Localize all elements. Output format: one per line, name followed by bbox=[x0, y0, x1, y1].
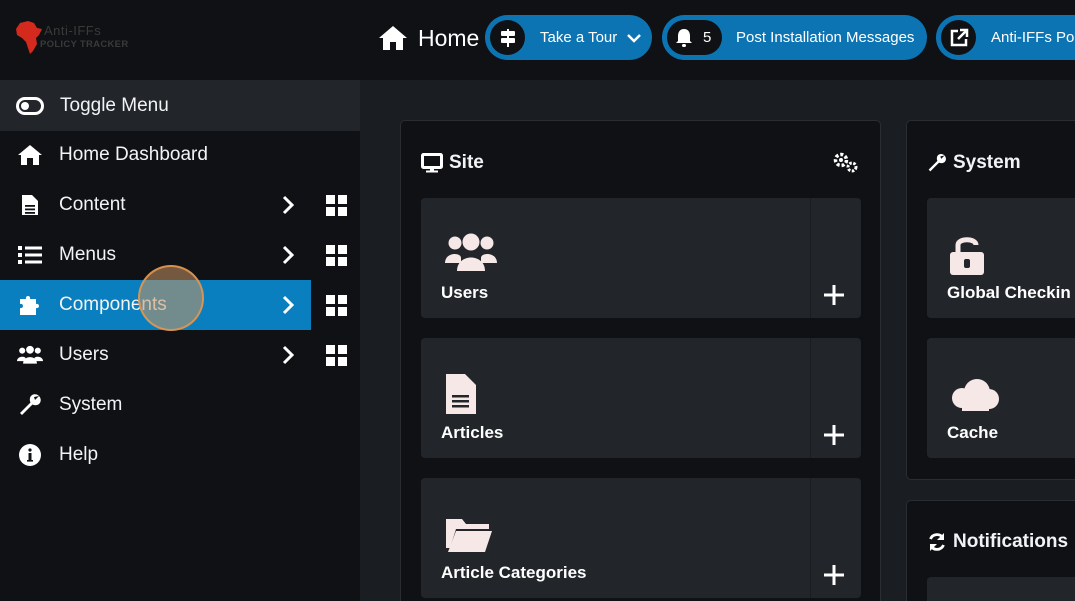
site-logo[interactable]: Anti-IFFs POLICY TRACKER bbox=[14, 20, 154, 58]
toggle-menu-label: Toggle Menu bbox=[60, 94, 169, 116]
post-installation-messages-label: Post Installation Messages bbox=[736, 29, 915, 46]
notifications-module-card: Notifications bbox=[906, 500, 1075, 601]
users-icon bbox=[445, 233, 497, 271]
sidebar-item-users[interactable]: Users bbox=[0, 330, 360, 380]
take-a-tour-button[interactable]: Take a Tour bbox=[485, 15, 652, 60]
external-link-icon bbox=[941, 20, 976, 55]
logo-line1: Anti-IFFs bbox=[44, 23, 102, 38]
notifications-card-title: Notifications bbox=[927, 531, 1068, 553]
articles-tile-link[interactable]: Articles bbox=[421, 338, 810, 458]
monitor-icon bbox=[421, 153, 443, 173]
add-category-plus-icon[interactable] bbox=[823, 564, 845, 586]
post-installation-messages-button[interactable]: 5 Post Installation Messages bbox=[662, 15, 927, 60]
cloud-icon bbox=[952, 379, 999, 411]
list-icon bbox=[17, 243, 43, 267]
sidebar-item-home-dashboard[interactable]: Home Dashboard bbox=[0, 130, 360, 180]
view-site-label: Anti-IFFs Poli bbox=[991, 29, 1075, 46]
tile-label: Article Categories bbox=[441, 563, 587, 582]
page-title-text: Home bbox=[418, 24, 480, 51]
cursor-highlight bbox=[138, 265, 204, 331]
sidebar-item-system[interactable]: System bbox=[0, 380, 360, 430]
messages-count: 5 bbox=[703, 29, 712, 46]
africa-map-icon bbox=[16, 21, 42, 54]
chevron-right-icon[interactable] bbox=[282, 295, 294, 315]
system-card-title: System bbox=[927, 152, 1021, 174]
home-icon bbox=[17, 143, 43, 167]
toggle-icon bbox=[16, 96, 46, 115]
users-icon bbox=[17, 343, 43, 367]
chevron-right-icon[interactable] bbox=[282, 195, 294, 215]
system-card-title-text: System bbox=[953, 152, 1021, 173]
folder-open-icon bbox=[446, 519, 492, 552]
articles-tile: Articles bbox=[421, 338, 861, 458]
global-checkin-tile[interactable]: Global Checkin bbox=[927, 198, 1075, 318]
page-title: Home bbox=[378, 22, 479, 54]
sidebar-item-label: Content bbox=[59, 194, 126, 215]
notifications-card-title-text: Notifications bbox=[953, 531, 1069, 552]
users-tile: Users bbox=[421, 198, 861, 318]
users-tile-link[interactable]: Users bbox=[421, 198, 810, 318]
cogs-icon[interactable] bbox=[833, 152, 859, 174]
sidebar-item-label: Help bbox=[59, 444, 99, 465]
sidebar-item-help[interactable]: Help bbox=[0, 430, 360, 480]
sidebar-item-label: Home Dashboard bbox=[59, 144, 208, 165]
chevron-down-icon bbox=[627, 33, 642, 43]
dashboard-grid-icon[interactable] bbox=[326, 345, 347, 366]
signpost-icon bbox=[490, 20, 525, 55]
tile-label: Articles bbox=[441, 423, 504, 442]
wrench-icon bbox=[928, 154, 946, 172]
file-icon bbox=[446, 374, 476, 414]
cache-tile[interactable]: Cache bbox=[927, 338, 1075, 458]
add-user-plus-icon[interactable] bbox=[823, 284, 845, 306]
unlock-icon bbox=[950, 237, 984, 275]
system-module-card: System Global Checkin Cache bbox=[906, 120, 1075, 480]
sidebar-item-label: Menus bbox=[59, 244, 117, 265]
tile-label: Cache bbox=[947, 423, 999, 442]
sidebar: Toggle Menu Home Dashboard Content Menus… bbox=[0, 80, 360, 601]
site-card-title-text: Site bbox=[449, 152, 484, 173]
file-icon bbox=[17, 193, 43, 217]
site-module-card: Site Users Articles Article Categories bbox=[400, 120, 881, 601]
tile-label: Global Checkin bbox=[947, 283, 1071, 302]
article-categories-tile: Article Categories bbox=[421, 478, 861, 598]
bell-icon bbox=[676, 28, 692, 47]
sync-icon bbox=[929, 533, 945, 551]
chevron-right-icon[interactable] bbox=[282, 245, 294, 265]
info-icon bbox=[17, 443, 43, 467]
sidebar-item-content[interactable]: Content bbox=[0, 180, 360, 230]
toggle-menu-button[interactable]: Toggle Menu bbox=[0, 80, 360, 131]
article-categories-tile-link[interactable]: Article Categories bbox=[421, 478, 810, 598]
chevron-right-icon[interactable] bbox=[282, 345, 294, 365]
sidebar-item-label: Users bbox=[59, 344, 109, 365]
site-card-title: Site bbox=[421, 152, 484, 174]
top-header: Anti-IFFs POLICY TRACKER Home Take a Tou… bbox=[0, 0, 1075, 80]
puzzle-icon bbox=[17, 293, 43, 317]
dashboard-grid-icon[interactable] bbox=[326, 195, 347, 216]
add-article-plus-icon[interactable] bbox=[823, 424, 845, 446]
tile-label: Users bbox=[441, 283, 489, 302]
dashboard-grid-icon[interactable] bbox=[326, 295, 347, 316]
dashboard-grid-icon[interactable] bbox=[326, 245, 347, 266]
notifications-tile[interactable] bbox=[927, 577, 1075, 601]
wrench-icon bbox=[17, 393, 43, 417]
home-icon bbox=[379, 26, 407, 50]
view-site-button[interactable]: Anti-IFFs Poli bbox=[936, 15, 1075, 60]
logo-line2: POLICY TRACKER bbox=[40, 39, 129, 50]
take-a-tour-label: Take a Tour bbox=[540, 29, 618, 46]
sidebar-item-label: System bbox=[59, 394, 123, 415]
